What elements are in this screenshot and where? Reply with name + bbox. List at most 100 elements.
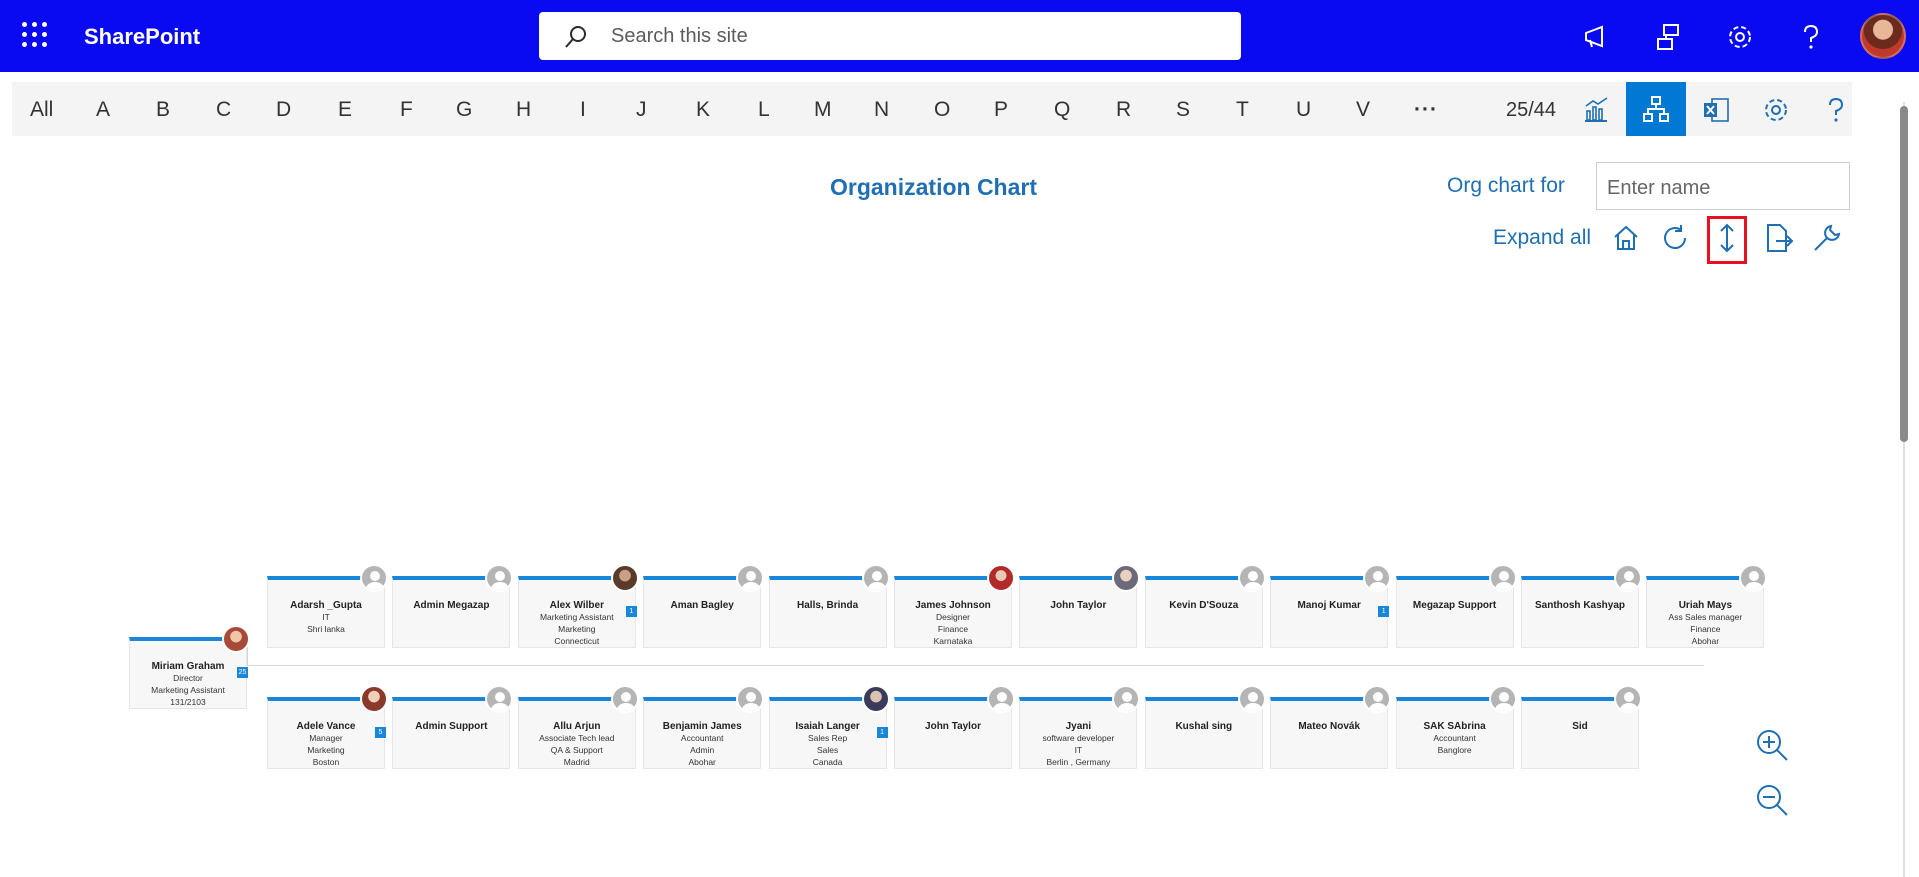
- person-detail: Admin: [690, 745, 715, 755]
- person-photo: [610, 564, 639, 592]
- person-name: Megazap Support: [1412, 600, 1497, 611]
- default-person-icon: [1237, 685, 1266, 713]
- zoom-in-icon[interactable]: [1755, 728, 1789, 762]
- person-detail: Marketing Assistant: [539, 612, 614, 622]
- person-name: Uriah Mays: [1678, 600, 1733, 611]
- person-card[interactable]: Aman Bagley: [643, 564, 765, 648]
- person-card[interactable]: John Taylor: [894, 685, 1015, 769]
- person-detail: Banglore: [1437, 745, 1472, 755]
- default-person-icon: [861, 564, 890, 592]
- person-card[interactable]: Sid: [1521, 685, 1642, 769]
- person-detail: Marketing: [558, 624, 596, 634]
- person-name: Kevin D'Souza: [1169, 600, 1239, 611]
- default-person-icon: [736, 685, 765, 713]
- person-photo: [1112, 564, 1141, 592]
- person-detail: Marketing: [307, 745, 345, 755]
- person-card[interactable]: Admin Support: [392, 685, 514, 769]
- person-detail: Sales Rep: [807, 733, 848, 743]
- zoom-out-icon[interactable]: [1755, 783, 1789, 817]
- person-card[interactable]: Uriah Mays Ass Sales manager Finance Abohar: [1646, 564, 1768, 648]
- person-name: Benjamin James: [662, 721, 742, 732]
- default-person-icon: [1614, 685, 1642, 713]
- person-card[interactable]: Allu Arjun Associate Tech lead QA & Suppor…: [517, 685, 639, 769]
- person-detail: Abohar: [1691, 636, 1720, 646]
- person-detail: Director: [173, 673, 203, 683]
- person-detail: Shri lanka: [307, 624, 345, 634]
- person-name: James Johnson: [915, 600, 991, 611]
- person-detail: Designer: [935, 612, 971, 622]
- person-photo: [222, 625, 250, 653]
- scrollbar-thumb[interactable]: [1900, 106, 1908, 442]
- person-card[interactable]: Megazap Support: [1395, 564, 1517, 648]
- person-name: Adarsh _Gupta: [290, 600, 362, 611]
- default-person-icon: [1112, 685, 1141, 713]
- person-name: Miriam Graham: [151, 661, 225, 672]
- person-card[interactable]: Adarsh _Gupta IT Shri lanka: [267, 564, 388, 648]
- person-detail: Manager: [309, 733, 343, 743]
- default-person-icon: [1614, 564, 1642, 592]
- person-name: Kushal sing: [1175, 721, 1233, 732]
- person-detail: Abohar: [688, 757, 716, 767]
- person-detail: software developer: [1042, 733, 1115, 743]
- default-person-icon: [360, 564, 388, 592]
- person-name: Allu Arjun: [553, 721, 601, 732]
- person-photo: [987, 564, 1015, 592]
- person-card[interactable]: Benjamin James Accountant Admin Abohar: [643, 685, 765, 769]
- person-card[interactable]: 1 Manoj Kumar: [1270, 564, 1392, 648]
- person-card[interactable]: Santhosh Kashyap: [1521, 564, 1642, 648]
- report-count-badge[interactable]: 1: [625, 606, 637, 617]
- person-detail: Madrid: [563, 757, 590, 767]
- person-name: Alex Wilber: [549, 600, 604, 611]
- person-card[interactable]: 25 Miriam Graham Director Marketing Assista…: [129, 625, 250, 709]
- person-card[interactable]: Jyani software developer IT Berlin , German…: [1019, 685, 1141, 769]
- person-name: Santhosh Kashyap: [1534, 600, 1626, 611]
- person-name: Adele Vance: [296, 721, 356, 732]
- person-detail: IT: [322, 612, 330, 622]
- default-person-icon: [1488, 685, 1517, 713]
- person-card[interactable]: 5 Adele Vance Manager Marketing Boston: [267, 685, 388, 769]
- person-name: Jyani: [1065, 721, 1092, 732]
- default-person-icon: [1237, 564, 1266, 592]
- report-count-badge[interactable]: 1: [876, 727, 888, 738]
- person-card[interactable]: Mateo Novák: [1270, 685, 1392, 769]
- default-person-icon: [1488, 564, 1517, 592]
- report-count-badge[interactable]: 25: [237, 667, 248, 678]
- person-photo: [360, 685, 388, 713]
- person-detail: Accountant: [680, 733, 724, 743]
- person-name: John Taylor: [1050, 600, 1107, 611]
- default-person-icon: [1363, 564, 1392, 592]
- person-card[interactable]: Kevin D'Souza: [1144, 564, 1266, 648]
- person-card[interactable]: Admin Megazap: [392, 564, 514, 648]
- person-detail: Sales: [816, 745, 839, 755]
- default-person-icon: [736, 564, 765, 592]
- report-count-badge[interactable]: 5: [375, 727, 386, 738]
- person-name: Manoj Kumar: [1297, 600, 1361, 611]
- person-name: John Taylor: [925, 721, 981, 732]
- person-photo: [861, 685, 890, 713]
- vertical-scrollbar[interactable]: [1900, 102, 1908, 877]
- person-name: Halls, Brinda: [797, 600, 859, 611]
- default-person-icon: [485, 685, 514, 713]
- person-detail: Ass Sales manager: [1668, 612, 1743, 622]
- connector-line: [247, 665, 1704, 666]
- person-card[interactable]: 1 Alex Wilber Marketing Assistant Marketing…: [517, 564, 639, 648]
- report-count-badge[interactable]: 1: [1378, 606, 1390, 617]
- person-name: Mateo Novák: [1298, 721, 1361, 732]
- person-card[interactable]: 1 Isaiah Langer Sales Rep Sales Canada: [768, 685, 890, 769]
- default-person-icon: [987, 685, 1015, 713]
- person-card[interactable]: Halls, Brinda: [768, 564, 890, 648]
- person-detail: Connecticut: [554, 636, 600, 646]
- default-person-icon: [1739, 564, 1768, 592]
- person-card[interactable]: James Johnson Designer Finance Karnataka: [894, 564, 1015, 648]
- person-card[interactable]: John Taylor: [1019, 564, 1141, 648]
- person-card[interactable]: SAK SAbrina Accountant Banglore: [1395, 685, 1517, 769]
- person-detail: QA & Support: [550, 745, 603, 755]
- person-detail: Berlin , Germany: [1046, 757, 1111, 767]
- default-person-icon: [1363, 685, 1392, 713]
- person-name: Admin Megazap: [413, 600, 490, 611]
- person-detail: Associate Tech lead: [539, 733, 615, 743]
- default-person-icon: [485, 564, 514, 592]
- person-card[interactable]: Kushal sing: [1144, 685, 1266, 769]
- org-chart-canvas: 25 Miriam Graham Director Marketing Assista…: [0, 0, 1900, 877]
- person-name: Isaiah Langer: [795, 721, 860, 732]
